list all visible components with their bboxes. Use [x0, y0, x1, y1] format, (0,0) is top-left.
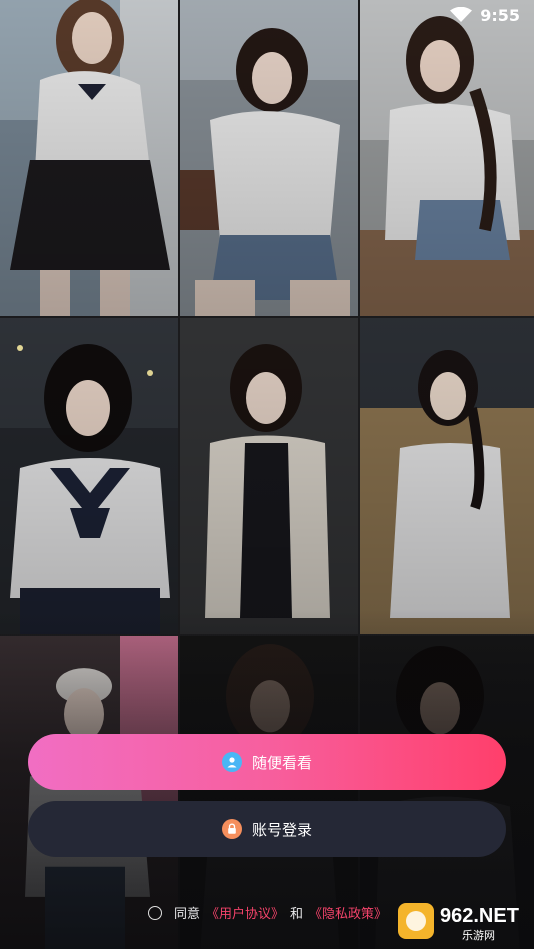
- watermark-sub: 乐游网: [462, 929, 495, 942]
- user-agreement-link[interactable]: 《用户协议》: [206, 903, 284, 922]
- app-screen: 9:55 随便看看 账号登录 同意 《用户协议》 和 《隐私政策》 962.NE…: [0, 0, 534, 949]
- status-bar: 9:55: [450, 0, 534, 30]
- watermark-brand: 962.NET: [440, 905, 519, 927]
- photo-tile-3[interactable]: [360, 0, 534, 316]
- site-watermark-logo: 962.NET 乐游网: [396, 899, 528, 943]
- guest-button-label: 随便看看: [251, 753, 312, 772]
- photo-tile-4[interactable]: [0, 318, 178, 634]
- lock-icon: [221, 819, 242, 839]
- photo-tile-6[interactable]: [360, 318, 534, 634]
- privacy-policy-link[interactable]: 《隐私政策》: [309, 903, 387, 922]
- status-time: 9:55: [480, 5, 520, 25]
- agree-radio[interactable]: [148, 905, 162, 920]
- photo-tile-2[interactable]: [180, 0, 358, 316]
- photo-tile-1[interactable]: [0, 0, 178, 316]
- login-button-label: 账号登录: [251, 820, 312, 839]
- guest-browse-button[interactable]: 随便看看: [28, 734, 506, 790]
- user-icon: [221, 752, 242, 772]
- photo-tile-5[interactable]: [180, 318, 358, 634]
- wifi-icon: [450, 7, 473, 23]
- agree-prefix: 同意: [174, 907, 201, 922]
- agreement-row: 同意 《用户协议》 和 《隐私政策》: [148, 903, 387, 922]
- account-login-button[interactable]: 账号登录: [28, 801, 506, 857]
- agree-conjunction: 和: [290, 907, 304, 922]
